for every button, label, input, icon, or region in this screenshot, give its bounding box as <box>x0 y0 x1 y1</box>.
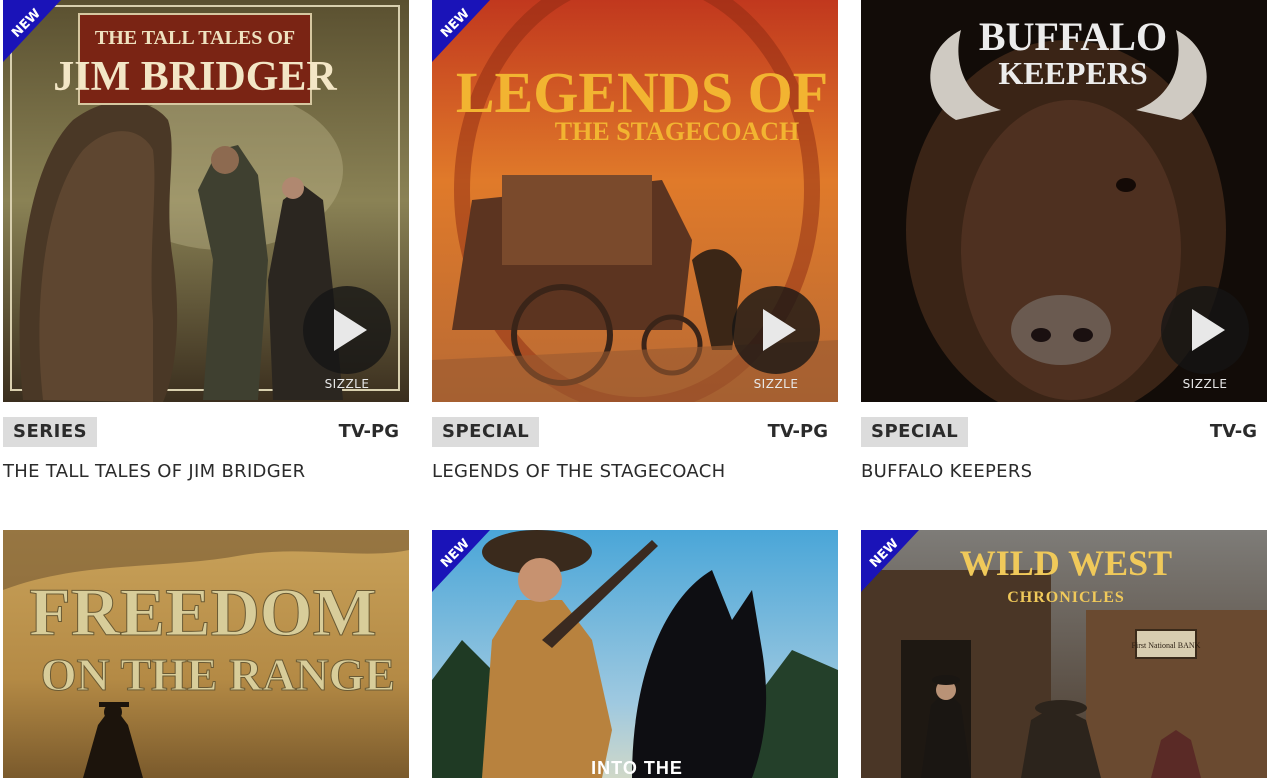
play-icon <box>334 309 367 351</box>
card-meta: SPECIAL TV-G <box>861 417 1267 447</box>
rating: TV-PG <box>767 421 828 442</box>
type-badge: SPECIAL <box>432 417 540 447</box>
card-meta: SPECIAL TV-PG <box>432 417 838 447</box>
art-title-line-2: KEEPERS <box>998 55 1147 91</box>
thumbnail-jim-bridger[interactable]: THE TALL TALES OF JIM BRIDGER NEW SIZZLE <box>3 0 409 402</box>
poster-art-freedom: FREEDOM ON THE RANGE <box>3 530 409 778</box>
art-title-line-1: FREEDOM <box>29 574 377 650</box>
new-badge: NEW <box>432 530 490 592</box>
play-button[interactable] <box>1161 286 1249 374</box>
rating: TV-G <box>1209 421 1257 442</box>
art-title-line-1: THE TALL TALES OF <box>95 27 295 49</box>
art-title-line-1: INTO THE <box>591 758 683 778</box>
show-title[interactable]: THE TALL TALES OF JIM BRIDGER <box>3 459 409 485</box>
thumbnail-into-the[interactable]: INTO THE NEW <box>432 530 838 778</box>
new-badge: NEW <box>3 0 61 62</box>
art-title-line-2: THE STAGECOACH <box>555 117 799 146</box>
art-title-line-1: BUFFALO <box>979 14 1167 59</box>
art-title-line-1: WILD WEST <box>960 543 1172 583</box>
thumbnail-freedom-on-the-range[interactable]: FREEDOM ON THE RANGE <box>3 530 409 778</box>
play-icon <box>1192 309 1225 351</box>
play-button[interactable] <box>303 286 391 374</box>
thumbnail-buffalo-keepers[interactable]: BUFFALO KEEPERS SIZZLE <box>861 0 1267 402</box>
play-icon <box>763 309 796 351</box>
video-label: SIZZLE <box>1182 377 1228 391</box>
video-label: SIZZLE <box>753 377 799 391</box>
new-badge: NEW <box>861 530 919 592</box>
art-title-line-1: LEGENDS OF <box>456 60 828 125</box>
video-label: SIZZLE <box>324 377 370 391</box>
art-title-line-2: ON THE RANGE <box>41 649 395 700</box>
play-button[interactable] <box>732 286 820 374</box>
art-sign: First National BANK <box>1132 641 1201 650</box>
thumbnail-stagecoach[interactable]: LEGENDS OF THE STAGECOACH NEW SIZZLE <box>432 0 838 402</box>
thumbnail-wild-west-chronicles[interactable]: First National BANK WILD WEST CHRONICLES… <box>861 530 1267 778</box>
type-badge: SPECIAL <box>861 417 969 447</box>
show-title[interactable]: LEGENDS OF THE STAGECOACH <box>432 459 838 485</box>
show-title[interactable]: BUFFALO KEEPERS <box>861 459 1267 485</box>
card-meta: SERIES TV-PG <box>3 417 409 447</box>
art-title-line-2: CHRONICLES <box>1007 589 1125 606</box>
rating: TV-PG <box>338 421 399 442</box>
type-badge: SERIES <box>3 417 98 447</box>
new-badge: NEW <box>432 0 490 62</box>
art-title-line-2: JIM BRIDGER <box>53 54 337 100</box>
